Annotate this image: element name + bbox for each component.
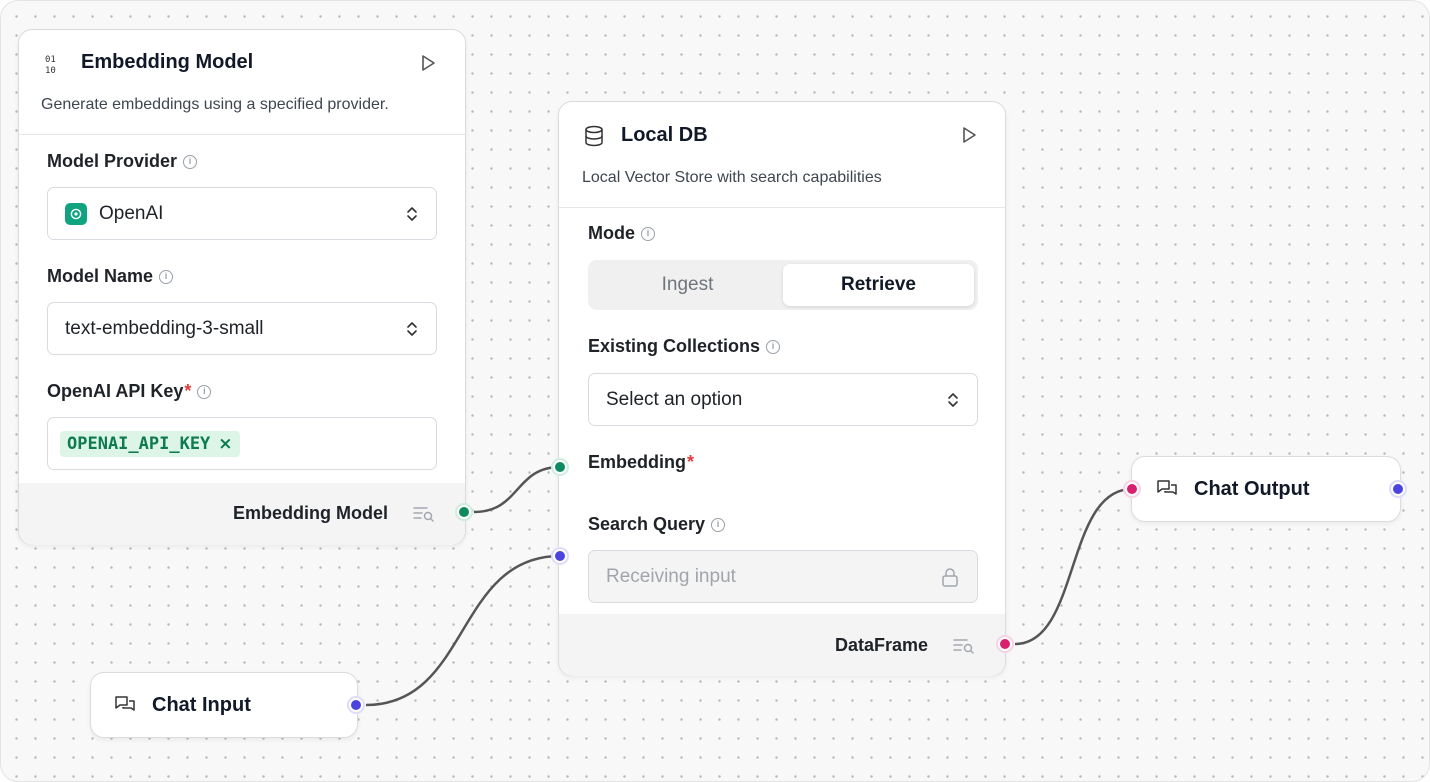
mode-option-ingest[interactable]: Ingest	[592, 264, 783, 306]
search-query-label: Search Query i	[588, 514, 726, 535]
list-search-icon[interactable]	[413, 505, 435, 523]
search-query-placeholder: Receiving input	[606, 565, 736, 587]
dataframe-output-handle[interactable]	[998, 637, 1012, 651]
localdb-node-divider	[559, 207, 1005, 208]
mode-label: Mode i	[588, 223, 655, 244]
svg-text:01: 01	[45, 55, 56, 65]
mode-toggle: Ingest Retrieve	[588, 260, 978, 310]
api-key-field[interactable]: OPENAI_API_KEY ×	[47, 417, 437, 470]
info-icon[interactable]: i	[711, 517, 726, 532]
chat-output-node[interactable]: Chat Output	[1131, 456, 1401, 522]
localdb-output-row: DataFrame	[559, 614, 1005, 676]
existing-collections-select[interactable]: Select an option	[588, 373, 978, 426]
embedding-output-label: Embedding Model	[233, 503, 388, 523]
model-name-label: Model Name i	[47, 266, 174, 287]
model-provider-select[interactable]: OpenAI	[47, 187, 437, 240]
chat-output-title: Chat Output	[1194, 478, 1310, 500]
chevron-up-down-icon	[948, 392, 958, 407]
localdb-node-description: Local Vector Store with search capabilit…	[582, 169, 882, 186]
api-key-label: OpenAI API Key * i	[47, 381, 212, 402]
dataframe-output-label: DataFrame	[834, 635, 928, 655]
svg-text:10: 10	[45, 66, 56, 75]
existing-collections-label: Existing Collections i	[588, 336, 781, 357]
info-icon[interactable]: i	[183, 154, 198, 169]
embedding-input-handle[interactable]	[553, 460, 567, 474]
embedding-model-output-handle[interactable]	[457, 505, 471, 519]
model-name-select[interactable]: text-embedding-3-small	[47, 302, 437, 355]
api-key-chip: OPENAI_API_KEY ×	[60, 430, 240, 457]
play-icon[interactable]	[420, 54, 436, 72]
chat-input-output-handle[interactable]	[349, 698, 363, 712]
info-icon[interactable]: i	[641, 226, 655, 241]
embedding-input-label: Embedding *	[588, 452, 695, 472]
binary-icon: 01 10	[45, 55, 56, 75]
openai-logo-icon	[65, 202, 87, 225]
embedding-model-node[interactable]: 01 10 Embedding Model Generate embedding…	[18, 29, 466, 545]
chevron-up-down-icon	[407, 321, 417, 336]
list-search-icon[interactable]	[953, 637, 975, 655]
required-star: *	[184, 381, 192, 401]
model-provider-label: Model Provider i	[47, 151, 198, 172]
required-star: *	[687, 452, 695, 472]
chat-bubbles-icon	[115, 696, 135, 711]
localdb-node-header: Local DB Local Vector Store with search …	[559, 102, 1005, 208]
remove-chip-icon[interactable]: ×	[218, 434, 232, 454]
embedding-node-header: 01 10 Embedding Model Generate embedding…	[19, 30, 465, 135]
chat-output-input-handle[interactable]	[1125, 482, 1139, 496]
database-icon	[585, 125, 603, 147]
local-db-node[interactable]: Local DB Local Vector Store with search …	[558, 101, 1006, 676]
chat-bubbles-icon	[1157, 480, 1177, 495]
embedding-node-divider	[19, 134, 465, 135]
chevron-up-down-icon	[407, 206, 417, 221]
play-icon[interactable]	[961, 126, 977, 144]
collections-placeholder: Select an option	[606, 388, 743, 410]
chat-output-output-handle[interactable]	[1391, 482, 1405, 496]
chat-input-title: Chat Input	[152, 694, 251, 716]
search-query-field: Receiving input	[588, 550, 978, 603]
lock-icon	[942, 567, 958, 587]
mode-option-retrieve[interactable]: Retrieve	[783, 264, 974, 306]
embedding-output-row: Embedding Model	[19, 483, 465, 545]
info-icon[interactable]: i	[159, 269, 174, 284]
embedding-node-title: Embedding Model	[81, 51, 254, 73]
model-provider-value: OpenAI	[99, 202, 164, 224]
localdb-node-title: Local DB	[621, 124, 708, 146]
embedding-node-description: Generate embeddings using a specified pr…	[41, 96, 389, 113]
model-name-value: text-embedding-3-small	[65, 317, 264, 339]
info-icon[interactable]: i	[197, 384, 212, 399]
chat-input-node[interactable]: Chat Input	[90, 672, 358, 738]
info-icon[interactable]: i	[766, 339, 781, 354]
search-query-input-handle[interactable]	[553, 549, 567, 563]
